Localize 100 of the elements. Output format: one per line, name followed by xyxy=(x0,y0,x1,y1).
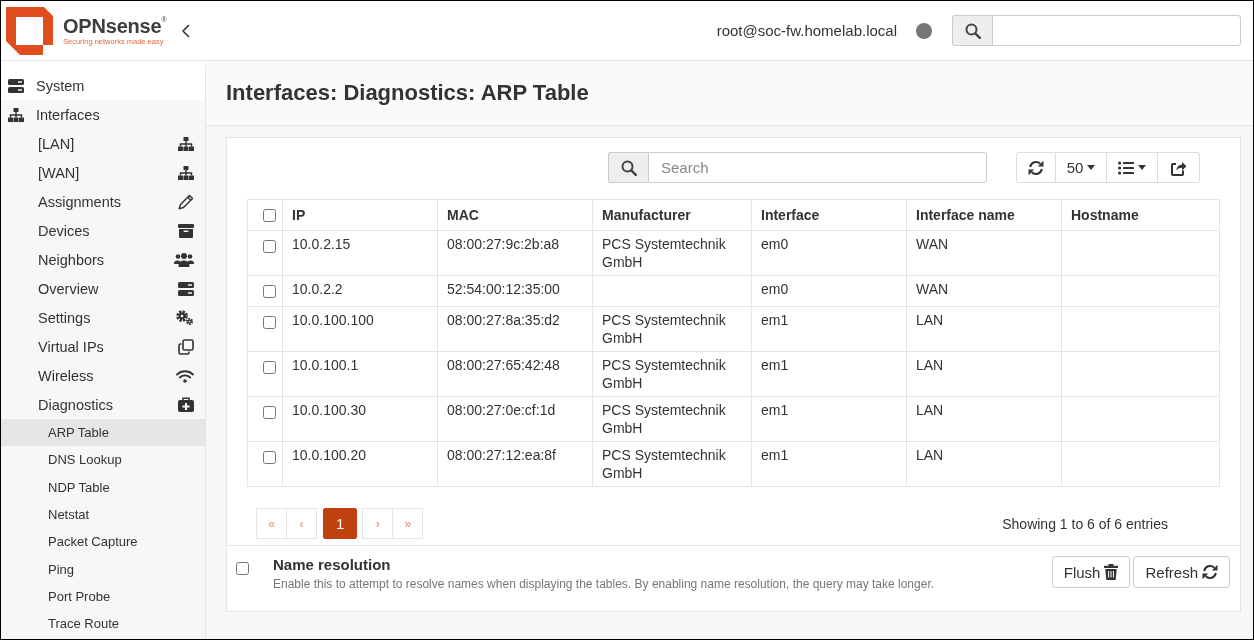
sidebar-item[interactable]: Trace Route xyxy=(1,610,205,638)
row-checkbox[interactable] xyxy=(263,406,276,419)
table-cell: PCS Systemtechnik GmbH xyxy=(592,441,752,487)
brand-name: OPNsense$^{®}$ xyxy=(63,14,167,37)
column-header[interactable]: IP xyxy=(282,199,438,231)
archive-box-icon xyxy=(178,223,194,238)
search-icon xyxy=(964,22,981,39)
table-cell: PCS Systemtechnik GmbH xyxy=(592,396,752,442)
search-field[interactable]: Search xyxy=(648,152,987,183)
sidebar-item[interactable]: Neighbors xyxy=(1,245,205,274)
clone-icon xyxy=(178,338,194,355)
users-icon xyxy=(174,252,194,267)
user-label: root@soc-fw.homelab.local xyxy=(716,22,897,39)
table-cell: 08:00:27:12:ea:8f xyxy=(437,441,593,487)
table-cell: 10.0.100.20 xyxy=(282,441,438,487)
row-checkbox[interactable] xyxy=(263,361,276,374)
sidebar-item[interactable]: [WAN] xyxy=(1,158,205,187)
column-header[interactable]: Manufacturer xyxy=(592,199,752,231)
table-cell: 10.0.100.1 xyxy=(282,351,438,397)
table-cell: 10.0.2.15 xyxy=(282,230,438,276)
table-cell: em0 xyxy=(751,230,907,276)
sidebar-item[interactable]: Packet Capture xyxy=(1,528,205,556)
search-button[interactable] xyxy=(952,15,992,46)
column-header[interactable]: MAC xyxy=(437,199,593,231)
column-header[interactable]: Interface xyxy=(751,199,907,231)
table-cell: 08:00:27:0e:cf:1d xyxy=(437,396,593,442)
column-header[interactable]: Hostname xyxy=(1061,199,1220,231)
sidebar-item[interactable]: Wireless xyxy=(1,361,205,390)
trash-icon xyxy=(1104,564,1119,580)
table-cell: LAN xyxy=(906,396,1062,442)
table-cell: em1 xyxy=(751,306,907,352)
server-icon xyxy=(8,78,24,93)
flush-button[interactable]: Flush xyxy=(1051,556,1131,588)
refresh-icon xyxy=(1028,159,1044,176)
sidebar-item[interactable]: Ping xyxy=(1,555,205,583)
table-cell: PCS Systemtechnik GmbH xyxy=(592,351,752,397)
table-cell: PCS Systemtechnik GmbH xyxy=(592,230,752,276)
search-button[interactable] xyxy=(608,152,648,183)
sidebar-item[interactable]: System xyxy=(1,71,205,100)
sidebar-item[interactable]: [LAN] xyxy=(1,129,205,158)
row-checkbox[interactable] xyxy=(263,240,276,253)
list-icon xyxy=(1118,160,1134,175)
option-description: Enable this to attempt to resolve names when displaying the tables. By enabling name resolution, the query may take longer. xyxy=(273,576,936,592)
table-cell: WAN xyxy=(906,230,1062,276)
name-resolution-checkbox[interactable] xyxy=(236,562,249,575)
table-cell: 52:54:00:12:35:00 xyxy=(437,275,593,307)
sitemap-icon xyxy=(8,107,24,122)
pencil-icon xyxy=(178,193,194,210)
sidebar-item[interactable]: Port Probe xyxy=(1,582,205,611)
table-cell: LAN xyxy=(906,441,1062,487)
table-cell: 08:00:27:65:42:48 xyxy=(437,351,593,397)
sidebar-item[interactable]: Virtual IPs xyxy=(1,332,205,361)
page-title: Interfaces: Diagnostics: ARP Table xyxy=(226,80,589,106)
row-checkbox[interactable] xyxy=(263,285,276,298)
refresh-button[interactable] xyxy=(1016,152,1056,183)
row-checkbox[interactable] xyxy=(263,451,276,464)
sidebar-item[interactable]: Overview xyxy=(1,274,205,303)
chevron-left-icon xyxy=(181,23,190,38)
table-cell: WAN xyxy=(906,275,1062,307)
search-field[interactable] xyxy=(992,15,1241,46)
table-cell: 08:00:27:9c:2b:a8 xyxy=(437,230,593,276)
sidebar-item[interactable]: Settings xyxy=(1,303,205,332)
medkit-icon xyxy=(178,397,194,412)
sidebar-item[interactable]: NDP Table xyxy=(1,473,205,501)
table-cell: LAN xyxy=(906,351,1062,397)
page-size-dropdown[interactable]: 50 xyxy=(1056,152,1107,183)
sitemap-icon xyxy=(178,136,194,151)
search-icon xyxy=(620,159,637,176)
table-cell: em1 xyxy=(751,396,907,442)
sitemap-icon xyxy=(178,165,194,180)
table-cell: 08:00:27:8a:35:d2 xyxy=(437,306,593,352)
sidebar-item[interactable]: DNS Lookup xyxy=(1,446,205,474)
status-dot-icon xyxy=(916,22,932,39)
sidebar-item[interactable]: ARP Table xyxy=(1,419,205,447)
sidebar-item[interactable]: Diagnostics xyxy=(1,390,205,419)
table-cell: PCS Systemtechnik GmbH xyxy=(592,306,752,352)
export-button[interactable] xyxy=(1158,152,1200,183)
wifi-icon xyxy=(176,368,194,383)
sidebar-item[interactable]: Devices xyxy=(1,216,205,245)
table-cell: 10.0.100.100 xyxy=(282,306,438,352)
refresh-icon xyxy=(1202,564,1218,580)
entries-info: Showing 1 to 6 of 6 entries xyxy=(1002,515,1168,532)
select-all-checkbox[interactable] xyxy=(263,208,276,222)
refresh-button[interactable]: Refresh xyxy=(1133,556,1230,588)
sidebar-item[interactable]: Assignments xyxy=(1,187,205,216)
table-cell: 10.0.2.2 xyxy=(282,275,438,307)
export-icon xyxy=(1170,159,1187,176)
gears-icon xyxy=(176,309,194,326)
caret-down-icon xyxy=(1087,165,1096,170)
collapse-button[interactable] xyxy=(181,23,190,38)
table-cell: 10.0.100.30 xyxy=(282,396,438,442)
logo-icon xyxy=(6,6,53,55)
caret-down-icon xyxy=(1138,165,1146,170)
table-cell: LAN xyxy=(906,306,1062,352)
columns-dropdown[interactable] xyxy=(1107,152,1158,183)
row-checkbox[interactable] xyxy=(263,316,276,329)
sidebar-item[interactable]: Netstat xyxy=(1,500,205,529)
column-header[interactable]: Interface name xyxy=(906,199,1062,231)
page-button[interactable]: 1 xyxy=(323,508,358,539)
server-icon xyxy=(178,281,194,296)
